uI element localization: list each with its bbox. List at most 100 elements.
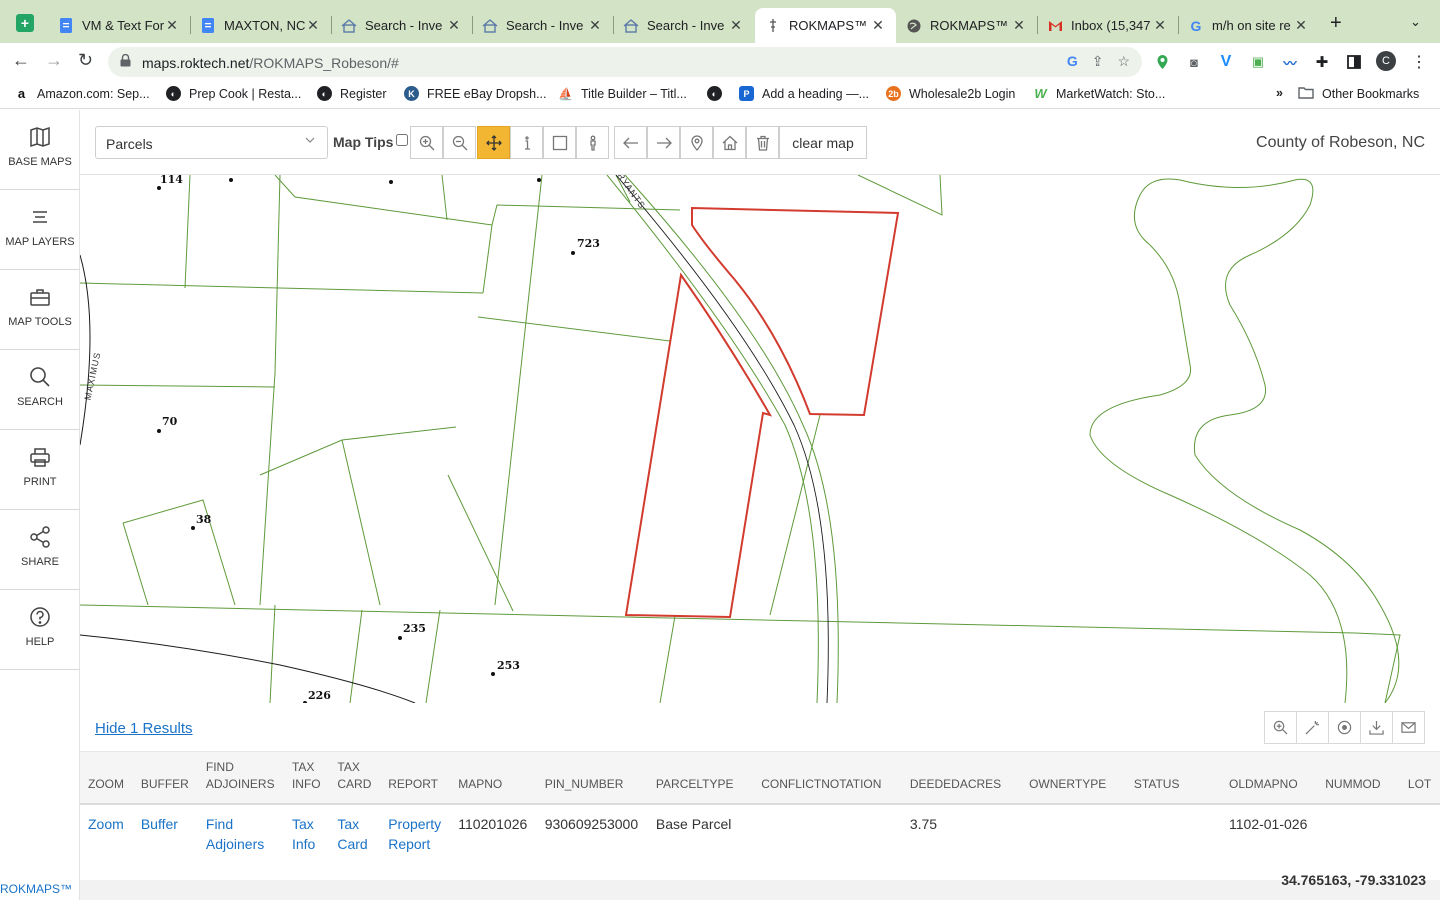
sidebar-item-map-layers[interactable]: MAP LAYERS — [0, 190, 80, 270]
kebab-menu-icon[interactable]: ⋮ — [1410, 53, 1428, 71]
property-report-link[interactable]: Property Report — [388, 816, 441, 852]
tab-google-search[interactable]: G m/h on site re ✕ — [1178, 8, 1319, 43]
selected-parcel-north[interactable] — [691, 206, 900, 417]
close-tab-icon[interactable]: ✕ — [728, 17, 744, 34]
profile-avatar[interactable]: C — [1376, 51, 1396, 71]
pin-number-cell: 930609253000 — [544, 815, 639, 832]
parcel-label: 226 — [308, 689, 331, 702]
hide-results-link[interactable]: Hide 1 Results — [95, 720, 193, 737]
status-cell — [1126, 804, 1221, 863]
select-box-button[interactable] — [543, 126, 576, 159]
pan-button[interactable] — [477, 126, 510, 159]
bookmark-title-builder[interactable]: ⛵ Title Builder – Titl... — [558, 86, 687, 101]
email-button[interactable] — [1392, 711, 1425, 744]
zoom-out-button[interactable] — [443, 126, 476, 159]
home-extent-button[interactable] — [713, 126, 746, 159]
puzzle-extensions-icon[interactable]: ✚ — [1313, 53, 1331, 71]
close-tab-icon[interactable]: ✕ — [587, 17, 603, 34]
parcel-label: 253 — [497, 659, 520, 672]
zoom-link[interactable]: Zoom — [88, 816, 124, 832]
side-panel-icon[interactable] — [1345, 53, 1363, 71]
bookmark-prep-cook[interactable]: ◐ Prep Cook | Resta... — [166, 86, 301, 101]
buffer-link[interactable]: Buffer — [141, 816, 178, 832]
google-lens-icon[interactable]: G — [1067, 53, 1078, 70]
tab-rokmaps-active[interactable]: ROKMAPS™ ✕ — [755, 8, 896, 43]
bookmark-add-heading[interactable]: P Add a heading —... — [739, 86, 869, 101]
close-tab-icon[interactable]: ✕ — [305, 17, 321, 34]
selected-parcel-south[interactable] — [624, 272, 773, 619]
tab-search-3[interactable]: Search - Inve ✕ — [613, 8, 754, 43]
tab-vm-text[interactable]: VM & Text For ✕ — [48, 8, 190, 43]
bookmark-ebay-dropship[interactable]: K FREE eBay Dropsh... — [404, 86, 547, 101]
gmail-icon — [1047, 18, 1063, 34]
map-canvas[interactable]: 114 723 70 38 235 253 226 MAXIMUS BRYANT… — [80, 175, 1440, 703]
delete-graphics-button[interactable] — [746, 126, 779, 159]
bookmark-wholesale2b[interactable]: 2b Wholesale2b Login — [886, 86, 1015, 101]
highlight-button[interactable] — [1296, 711, 1329, 744]
tab-search-2[interactable]: Search - Inve ✕ — [472, 8, 613, 43]
previous-extent-button[interactable] — [614, 126, 647, 159]
close-tab-icon[interactable]: ✕ — [1011, 17, 1027, 34]
close-tab-icon[interactable]: ✕ — [164, 17, 180, 34]
tab-search-1[interactable]: Search - Inve ✕ — [331, 8, 472, 43]
close-tab-icon[interactable]: ✕ — [1152, 17, 1168, 34]
column-header: OWNERTYPE — [1029, 776, 1107, 791]
locate-button[interactable] — [680, 126, 713, 159]
map-tips-toggle[interactable]: Map Tips — [333, 134, 409, 150]
bookmarks-overflow[interactable]: » — [1276, 86, 1283, 100]
bookmark-register[interactable]: ◐ Register — [317, 86, 387, 101]
wave-extension-icon[interactable]: 〰 — [1281, 53, 1299, 71]
sidebar-item-search[interactable]: SEARCH — [0, 350, 80, 430]
tab-inbox[interactable]: Inbox (15,347 ✕ — [1037, 8, 1178, 43]
vimeo-extension-icon[interactable]: V — [1217, 53, 1235, 71]
sheets-app-icon[interactable]: + — [16, 14, 34, 32]
bookmark-marketwatch[interactable]: W MarketWatch: Sto... — [1033, 86, 1165, 101]
find-adjoiners-link[interactable]: Find Adjoiners — [206, 816, 264, 852]
bookmark-globe[interactable]: ◐ — [707, 86, 730, 101]
clear-map-button[interactable]: clear map — [779, 126, 867, 159]
new-tab-icon[interactable]: + — [1330, 12, 1342, 35]
tax-card-link[interactable]: Tax Card — [337, 816, 367, 852]
location-extension-icon[interactable] — [1153, 53, 1171, 71]
parcel-point — [537, 178, 541, 182]
app-sidebar: BASE MAPS MAP LAYERS MAP TOOLS SEARCH PR… — [0, 110, 80, 900]
forward-icon[interactable]: → — [45, 50, 63, 71]
printer-icon — [30, 448, 50, 467]
sidebar-item-help[interactable]: HELP — [0, 590, 80, 670]
zoom-in-button[interactable] — [410, 126, 443, 159]
center-results-button[interactable] — [1328, 711, 1361, 744]
street-view-button[interactable] — [576, 126, 609, 159]
map-tips-checkbox[interactable] — [396, 134, 409, 146]
pan-arrows-icon — [485, 134, 502, 151]
reload-icon[interactable]: ↻ — [78, 50, 93, 71]
arrow-right-icon — [656, 137, 672, 148]
bookmark-amazon[interactable]: a Amazon.com: Sep... — [14, 86, 150, 101]
address-bar[interactable]: maps.roktech.net/ROKMAPS_Robeson/# G ⇪ ☆ — [108, 47, 1142, 77]
sidebar-item-print[interactable]: PRINT — [0, 430, 80, 510]
next-extent-button[interactable] — [647, 126, 680, 159]
close-tab-icon[interactable]: ✕ — [870, 17, 886, 34]
close-tab-icon[interactable]: ✕ — [1293, 17, 1309, 34]
inbox-extension-icon[interactable]: ▣ — [1249, 53, 1267, 71]
sidebar-item-base-maps[interactable]: BASE MAPS — [0, 110, 80, 190]
zoom-to-results-button[interactable] — [1264, 711, 1297, 744]
back-icon[interactable]: ← — [12, 50, 30, 71]
tab-rokmaps-2[interactable]: ROKMAPS™ ✕ — [896, 8, 1037, 43]
sidebar-item-map-tools[interactable]: MAP TOOLS — [0, 270, 80, 350]
rokmaps-brand[interactable]: ROKMAPS™ — [0, 882, 72, 896]
tab-maxton[interactable]: MAXTON, NC ✕ — [190, 8, 331, 43]
camera-extension-icon[interactable]: ◙ — [1185, 53, 1203, 71]
parcel-label: 38 — [196, 513, 212, 526]
sidebar-item-share[interactable]: SHARE — [0, 510, 80, 590]
bookmark-star-icon[interactable]: ☆ — [1117, 53, 1130, 70]
tax-info-link[interactable]: Tax Info — [292, 816, 315, 852]
other-bookmarks[interactable]: Other Bookmarks — [1298, 86, 1419, 102]
parceltype-cell: Base Parcel — [655, 815, 732, 832]
download-button[interactable] — [1360, 711, 1393, 744]
chevron-down-icon[interactable]: ⌄ — [1410, 14, 1421, 30]
arrow-left-icon — [622, 137, 638, 148]
layer-select[interactable]: Parcels — [95, 126, 328, 159]
share-page-icon[interactable]: ⇪ — [1092, 53, 1104, 70]
close-tab-icon[interactable]: ✕ — [446, 17, 462, 34]
identify-button[interactable] — [510, 126, 543, 159]
